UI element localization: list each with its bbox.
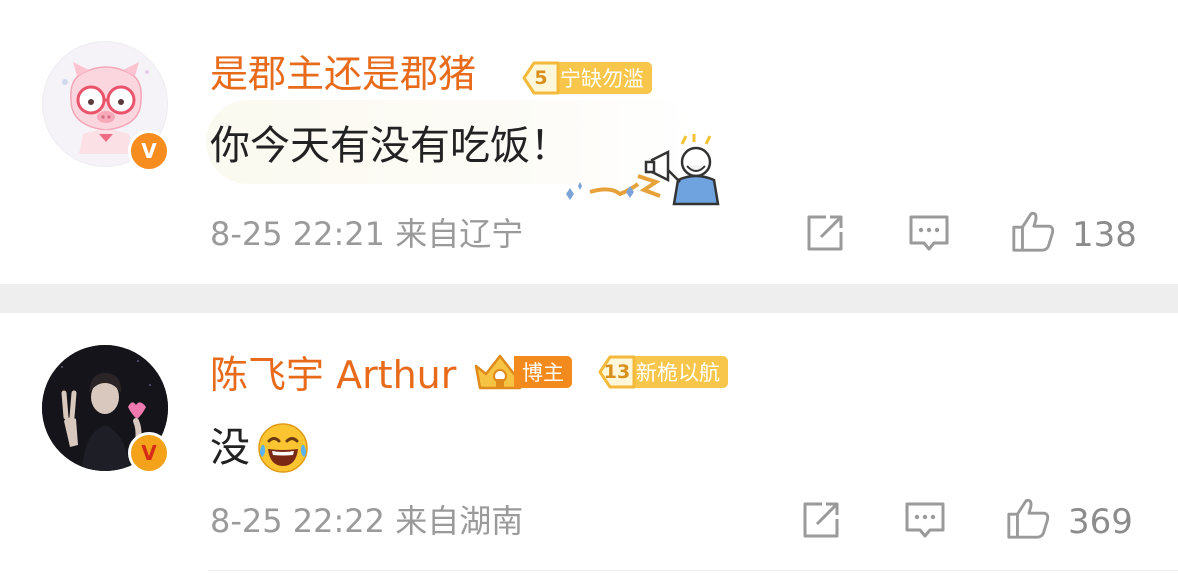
comment-separator xyxy=(0,284,1178,313)
share-button[interactable] xyxy=(798,497,844,543)
username[interactable]: 陈飞宇 Arthur xyxy=(210,356,456,394)
share-icon xyxy=(803,502,839,538)
comment-icon xyxy=(905,502,945,538)
like-count: 369 xyxy=(1068,502,1133,542)
diamond-level-icon: 5 xyxy=(520,60,562,96)
like-button[interactable] xyxy=(1005,495,1051,541)
comment-meta: 8-25 22:22 来自湖南 xyxy=(210,505,523,537)
blogger-badge[interactable]: 博主 xyxy=(472,352,572,392)
timestamp: 8-25 22:22 xyxy=(210,502,386,540)
verified-badge-icon: V xyxy=(128,130,170,172)
comment-meta: 8-25 22:21 来自辽宁 xyxy=(210,218,523,250)
comment-item: V 是郡主还是郡猪 5 宁缺勿滥 你今天有没有吃饭！ 8-25 22:21 来自… xyxy=(0,8,1178,284)
thumbs-up-icon xyxy=(1007,498,1050,539)
fan-badge-label: 宁缺勿滥 xyxy=(554,62,652,94)
comment-item: V 陈飞宇 Arthur 博主 13 新桅以航 没 8-25 22:22 来自湖… xyxy=(0,313,1178,573)
fan-level-badge[interactable]: 5 宁缺勿滥 xyxy=(520,60,652,96)
share-icon xyxy=(807,215,843,251)
username[interactable]: 是郡主还是郡猪 xyxy=(210,55,476,93)
fan-level-badge[interactable]: 13 新桅以航 xyxy=(596,354,728,390)
blogger-badge-label: 博主 xyxy=(514,356,572,388)
reply-button[interactable] xyxy=(906,210,952,256)
location: 来自辽宁 xyxy=(395,215,524,253)
comment-text-row: 没 xyxy=(210,421,310,475)
comment-text: 你今天有没有吃饭！ xyxy=(210,123,570,169)
diamond-level-icon: 13 xyxy=(596,354,638,390)
bottom-divider xyxy=(208,570,1178,571)
reply-button[interactable] xyxy=(902,497,948,543)
like-count: 138 xyxy=(1072,215,1137,255)
comment-text: 没 xyxy=(210,425,250,471)
timestamp: 8-25 22:21 xyxy=(210,215,386,253)
location: 来自湖南 xyxy=(395,502,524,540)
fan-badge-label: 新桅以航 xyxy=(630,356,728,388)
thumbs-up-icon xyxy=(1012,211,1055,252)
share-button[interactable] xyxy=(802,210,848,256)
verified-badge-icon: V xyxy=(128,432,170,474)
megaphone-sticker-icon xyxy=(566,134,720,206)
comment-icon xyxy=(909,215,949,251)
like-button[interactable] xyxy=(1010,208,1056,254)
laughing-tears-emoji-icon xyxy=(258,423,308,473)
